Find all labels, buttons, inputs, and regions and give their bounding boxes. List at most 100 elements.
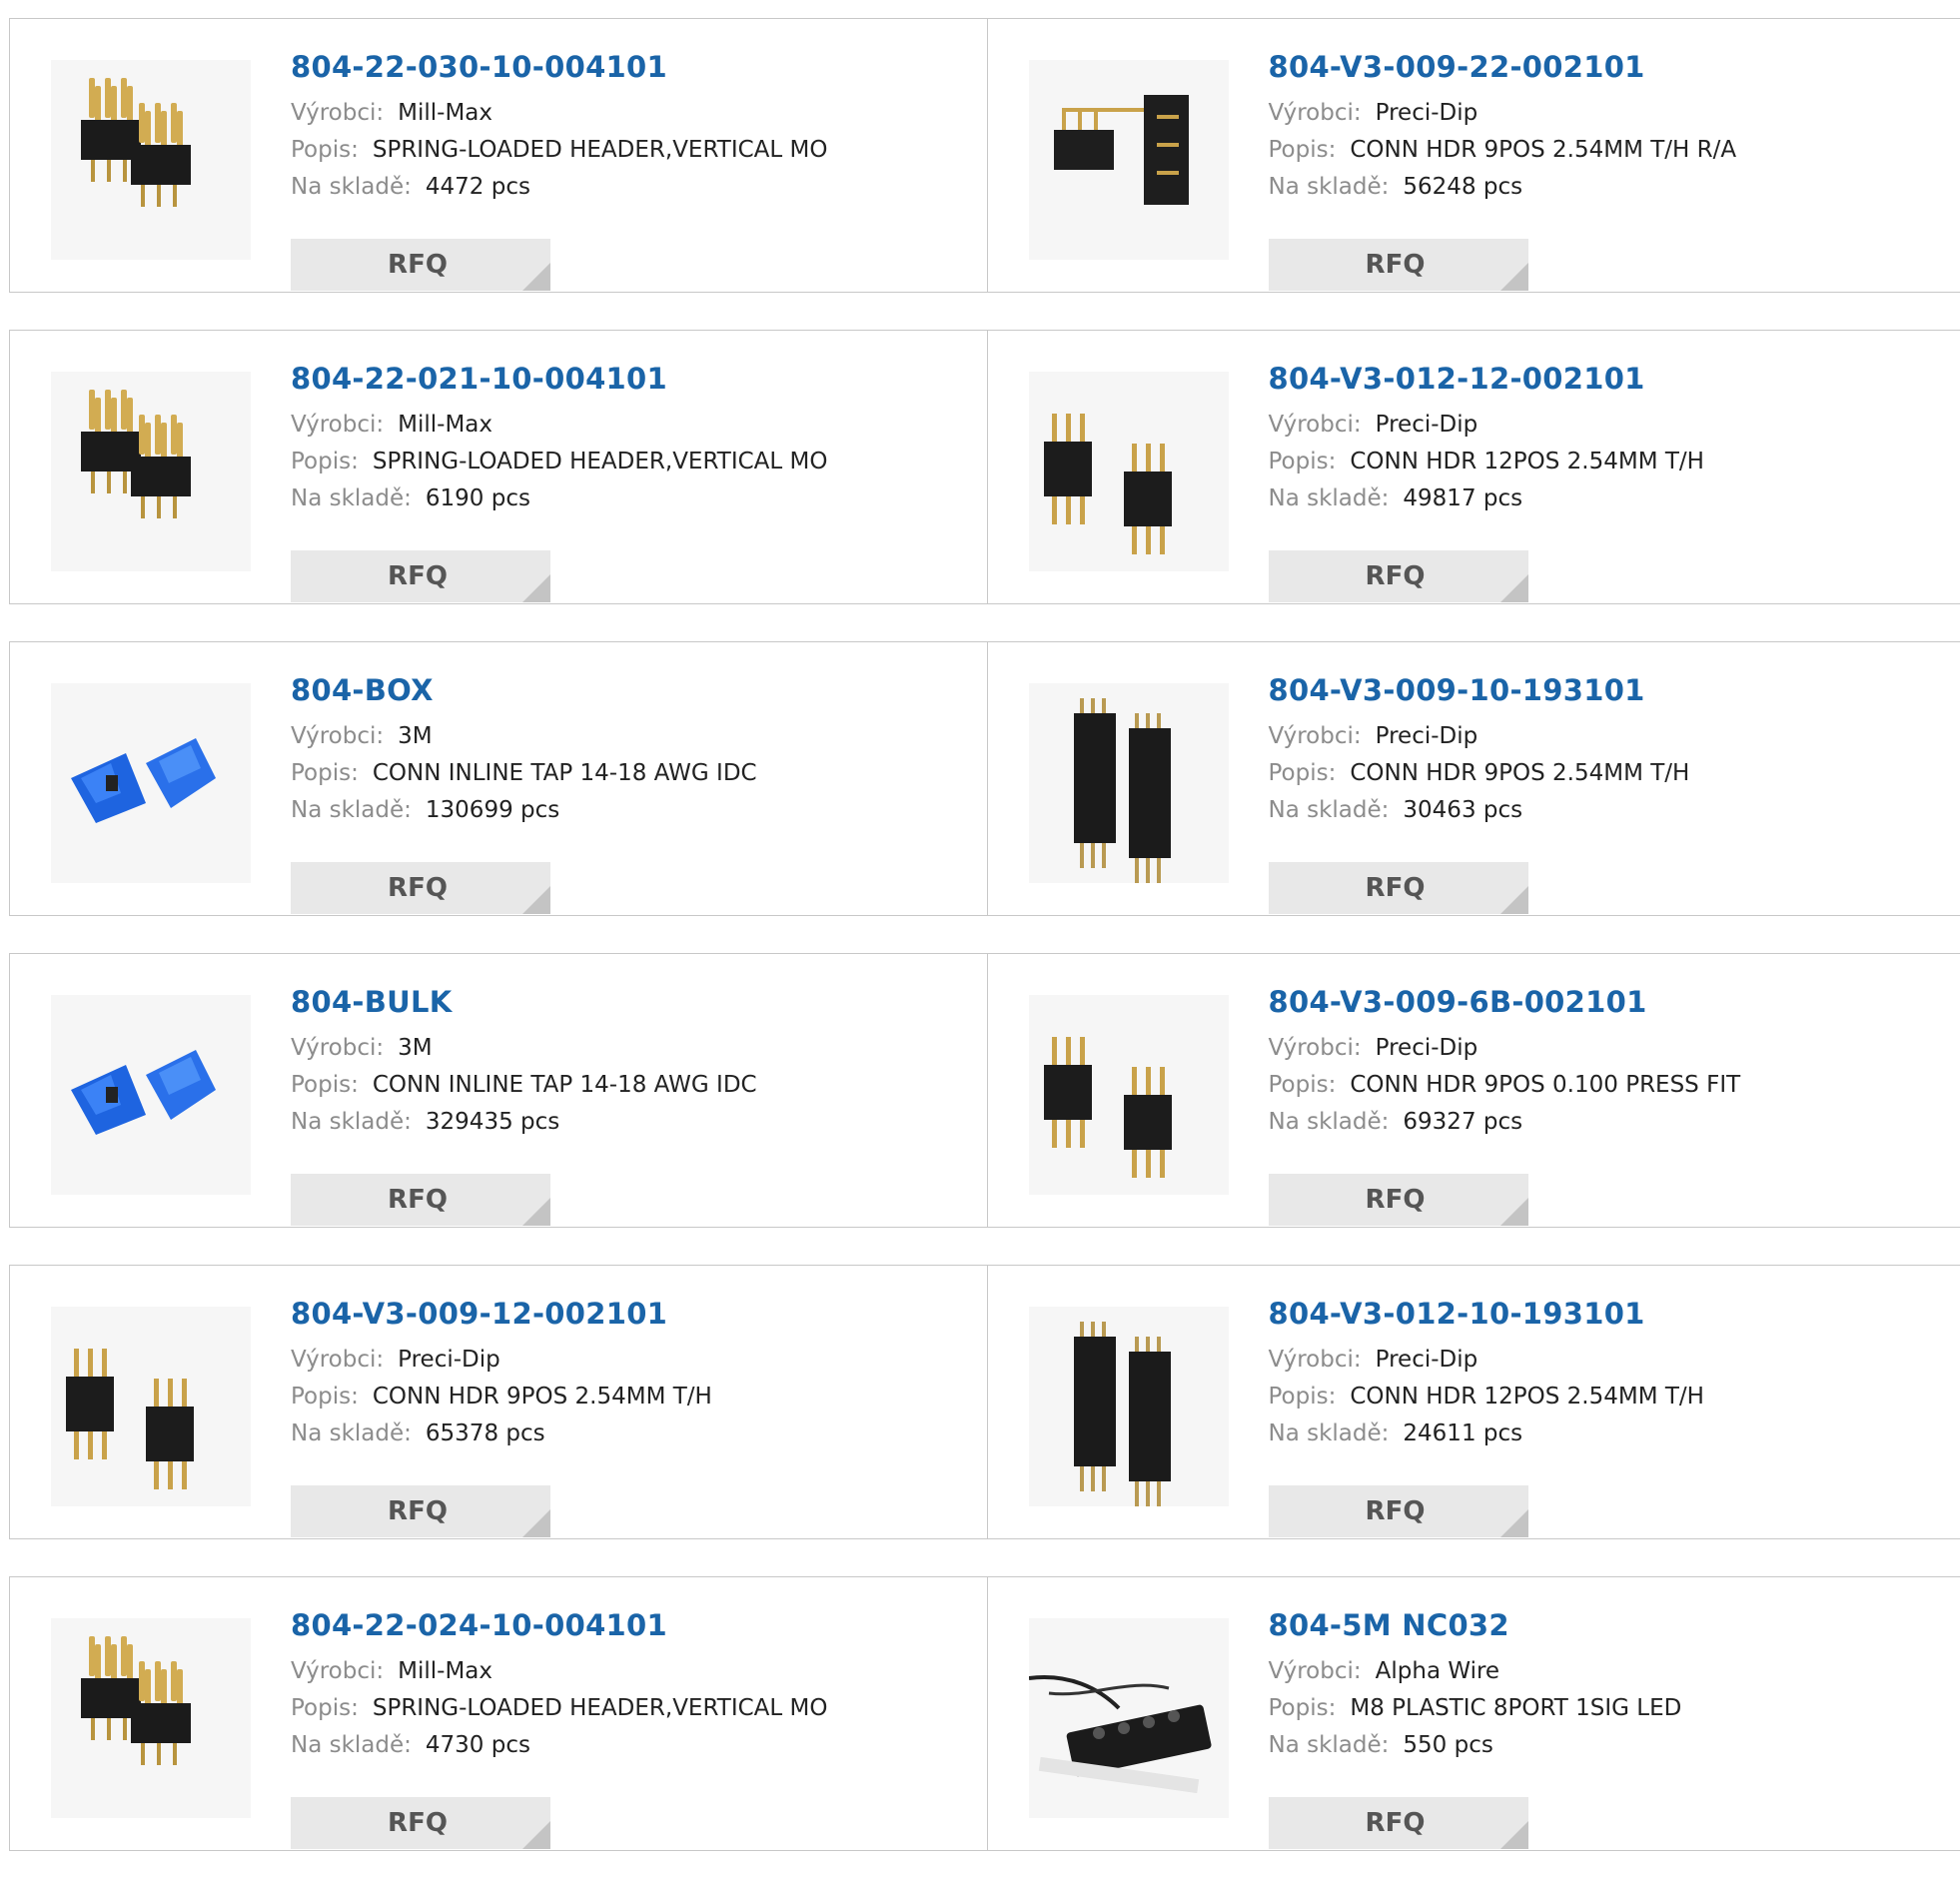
stock-line: Na skladě:69327 pcs xyxy=(1269,1104,1951,1141)
product-image[interactable] xyxy=(1029,683,1229,883)
stock-line: Na skladě:329435 pcs xyxy=(291,1104,977,1141)
product-image[interactable] xyxy=(1029,372,1229,571)
rfq-button[interactable]: RFQ xyxy=(291,550,550,602)
part-number-link[interactable]: 804-BULK xyxy=(291,984,453,1020)
product-card: 804-5M NC032 Výrobci:Alpha Wire Popis:M8… xyxy=(987,1577,1960,1850)
product-image[interactable] xyxy=(51,995,251,1195)
description-line: Popis:CONN HDR 9POS 2.54MM T/H R/A xyxy=(1269,132,1951,169)
manufacturer-value: Preci-Dip xyxy=(1376,723,1478,749)
product-image[interactable] xyxy=(51,372,251,571)
stock-line: Na skladě:30463 pcs xyxy=(1269,792,1951,829)
rfq-label: RFQ xyxy=(388,873,448,903)
product-card: 804-22-024-10-004101 Výrobci:Mill-Max Po… xyxy=(10,1577,987,1850)
rfq-corner xyxy=(522,1198,550,1226)
manufacturer-value: Preci-Dip xyxy=(1376,1035,1478,1061)
product-photo xyxy=(1029,1307,1229,1506)
rfq-button[interactable]: RFQ xyxy=(1269,1797,1528,1849)
rfq-button[interactable]: RFQ xyxy=(291,1485,550,1537)
stock-label: Na skladě: xyxy=(1269,1732,1390,1758)
product-image[interactable] xyxy=(1029,60,1229,260)
description-line: Popis:CONN INLINE TAP 14-18 AWG IDC xyxy=(291,1067,977,1104)
product-image[interactable] xyxy=(51,60,251,260)
description-line: Popis: SPRING-LOADED HEADER,VERTICAL MO xyxy=(291,1690,977,1727)
description-line: Popis: CONN HDR 12POS 2.54MM T/H xyxy=(1269,444,1951,480)
product-card: 804-BOX Výrobci:3M Popis:CONN INLINE TAP… xyxy=(10,642,987,915)
rfq-button[interactable]: RFQ xyxy=(1269,1485,1528,1537)
stock-line: Na skladě:24611 pcs xyxy=(1269,1416,1951,1452)
stock-value: 130699 pcs xyxy=(426,797,559,823)
stock-value: 49817 pcs xyxy=(1403,485,1522,511)
manufacturer-value: Alpha Wire xyxy=(1376,1658,1499,1684)
manufacturer-value: Preci-Dip xyxy=(1376,412,1478,438)
part-number-link[interactable]: 804-22-030-10-004101 xyxy=(291,49,667,85)
part-number-link[interactable]: 804-V3-009-12-002101 xyxy=(291,1296,667,1332)
part-number-link[interactable]: 804-BOX xyxy=(291,672,434,708)
description-label: Popis: xyxy=(291,1384,359,1410)
rfq-corner xyxy=(522,263,550,291)
manufacturer-value: Preci-Dip xyxy=(1376,1347,1478,1373)
product-image[interactable] xyxy=(1029,995,1229,1195)
manufacturer-label: Výrobci: xyxy=(291,1658,384,1684)
product-row: 804-22-030-10-004101 Výrobci:Mill-Max Po… xyxy=(9,18,1960,293)
stock-line: Na skladě:4472 pcs xyxy=(291,169,977,206)
rfq-corner xyxy=(1500,263,1528,291)
manufacturer-line: Výrobci:Preci-Dip xyxy=(1269,1030,1951,1067)
manufacturer-value: Preci-Dip xyxy=(1376,100,1478,126)
rfq-button[interactable]: RFQ xyxy=(1269,862,1528,914)
manufacturer-line: Výrobci: Preci-Dip xyxy=(1269,95,1951,132)
description-line: Popis:SPRING-LOADED HEADER,VERTICAL MO xyxy=(291,444,977,480)
part-number-link[interactable]: 804-22-024-10-004101 xyxy=(291,1607,667,1643)
part-number-link[interactable]: 804-V3-012-10-193101 xyxy=(1269,1296,1645,1332)
part-number-link[interactable]: 804-V3-009-22-002101 xyxy=(1269,49,1645,85)
description-value: CONN INLINE TAP 14-18 AWG IDC xyxy=(373,1072,757,1098)
part-number-link[interactable]: 804-V3-012-12-002101 xyxy=(1269,361,1645,397)
product-image[interactable] xyxy=(51,1618,251,1818)
part-number-link[interactable]: 804-5M NC032 xyxy=(1269,1607,1509,1643)
product-image[interactable] xyxy=(51,1307,251,1506)
rfq-button[interactable]: RFQ xyxy=(291,1797,550,1849)
rfq-button[interactable]: RFQ xyxy=(1269,239,1528,291)
description-value: CONN INLINE TAP 14-18 AWG IDC xyxy=(373,760,757,786)
description-value: CONN HDR 12POS 2.54MM T/H xyxy=(1350,1384,1704,1410)
stock-line: Na skladě:130699 pcs xyxy=(291,792,977,829)
description-value: SPRING-LOADED HEADER,VERTICAL MO xyxy=(373,1695,828,1721)
product-image[interactable] xyxy=(51,683,251,883)
description-label: Popis: xyxy=(1269,760,1337,786)
product-image[interactable] xyxy=(1029,1618,1229,1818)
stock-line: Na skladě:4730 pcs xyxy=(291,1727,977,1764)
manufacturer-label: Výrobci: xyxy=(291,723,384,749)
rfq-button[interactable]: RFQ xyxy=(291,1174,550,1226)
manufacturer-line: Výrobci:Alpha Wire xyxy=(1269,1653,1951,1690)
rfq-button[interactable]: RFQ xyxy=(291,862,550,914)
description-label: Popis: xyxy=(1269,1072,1337,1098)
rfq-button[interactable]: RFQ xyxy=(1269,550,1528,602)
part-number-link[interactable]: 804-V3-009-10-193101 xyxy=(1269,672,1645,708)
description-value: CONN HDR 12POS 2.54MM T/H xyxy=(1350,449,1704,474)
product-card: 804-V3-009-6B-002101 Výrobci:Preci-Dip P… xyxy=(987,954,1960,1227)
description-label: Popis: xyxy=(291,137,359,163)
part-number-link[interactable]: 804-V3-009-6B-002101 xyxy=(1269,984,1647,1020)
stock-line: Na skladě:550 pcs xyxy=(1269,1727,1951,1764)
product-photo xyxy=(51,1618,251,1818)
product-photo xyxy=(1029,995,1229,1195)
stock-value: 65378 pcs xyxy=(426,1420,545,1446)
rfq-corner xyxy=(1500,1198,1528,1226)
rfq-corner xyxy=(1500,886,1528,914)
description-value: M8 PLASTIC 8PORT 1SIG LED xyxy=(1350,1695,1681,1721)
manufacturer-value: 3M xyxy=(398,723,432,749)
rfq-button[interactable]: RFQ xyxy=(291,239,550,291)
description-value: SPRING-LOADED HEADER,VERTICAL MO xyxy=(373,449,828,474)
stock-label: Na skladě: xyxy=(1269,485,1390,511)
stock-label: Na skladě: xyxy=(1269,1109,1390,1135)
description-label: Popis: xyxy=(291,1695,359,1721)
description-line: Popis:SPRING-LOADED HEADER,VERTICAL MO xyxy=(291,132,977,169)
description-value: CONN HDR 9POS 2.54MM T/H xyxy=(373,1384,712,1410)
manufacturer-line: Výrobci:Preci-Dip xyxy=(1269,718,1951,755)
description-label: Popis: xyxy=(1269,449,1337,474)
part-number-link[interactable]: 804-22-021-10-004101 xyxy=(291,361,667,397)
product-image[interactable] xyxy=(1029,1307,1229,1506)
product-card: 804-V3-012-12-002101 Výrobci:Preci-Dip P… xyxy=(987,331,1960,603)
product-grid: 804-22-030-10-004101 Výrobci:Mill-Max Po… xyxy=(9,18,1960,1888)
rfq-button[interactable]: RFQ xyxy=(1269,1174,1528,1226)
manufacturer-label: Výrobci: xyxy=(1269,100,1362,126)
